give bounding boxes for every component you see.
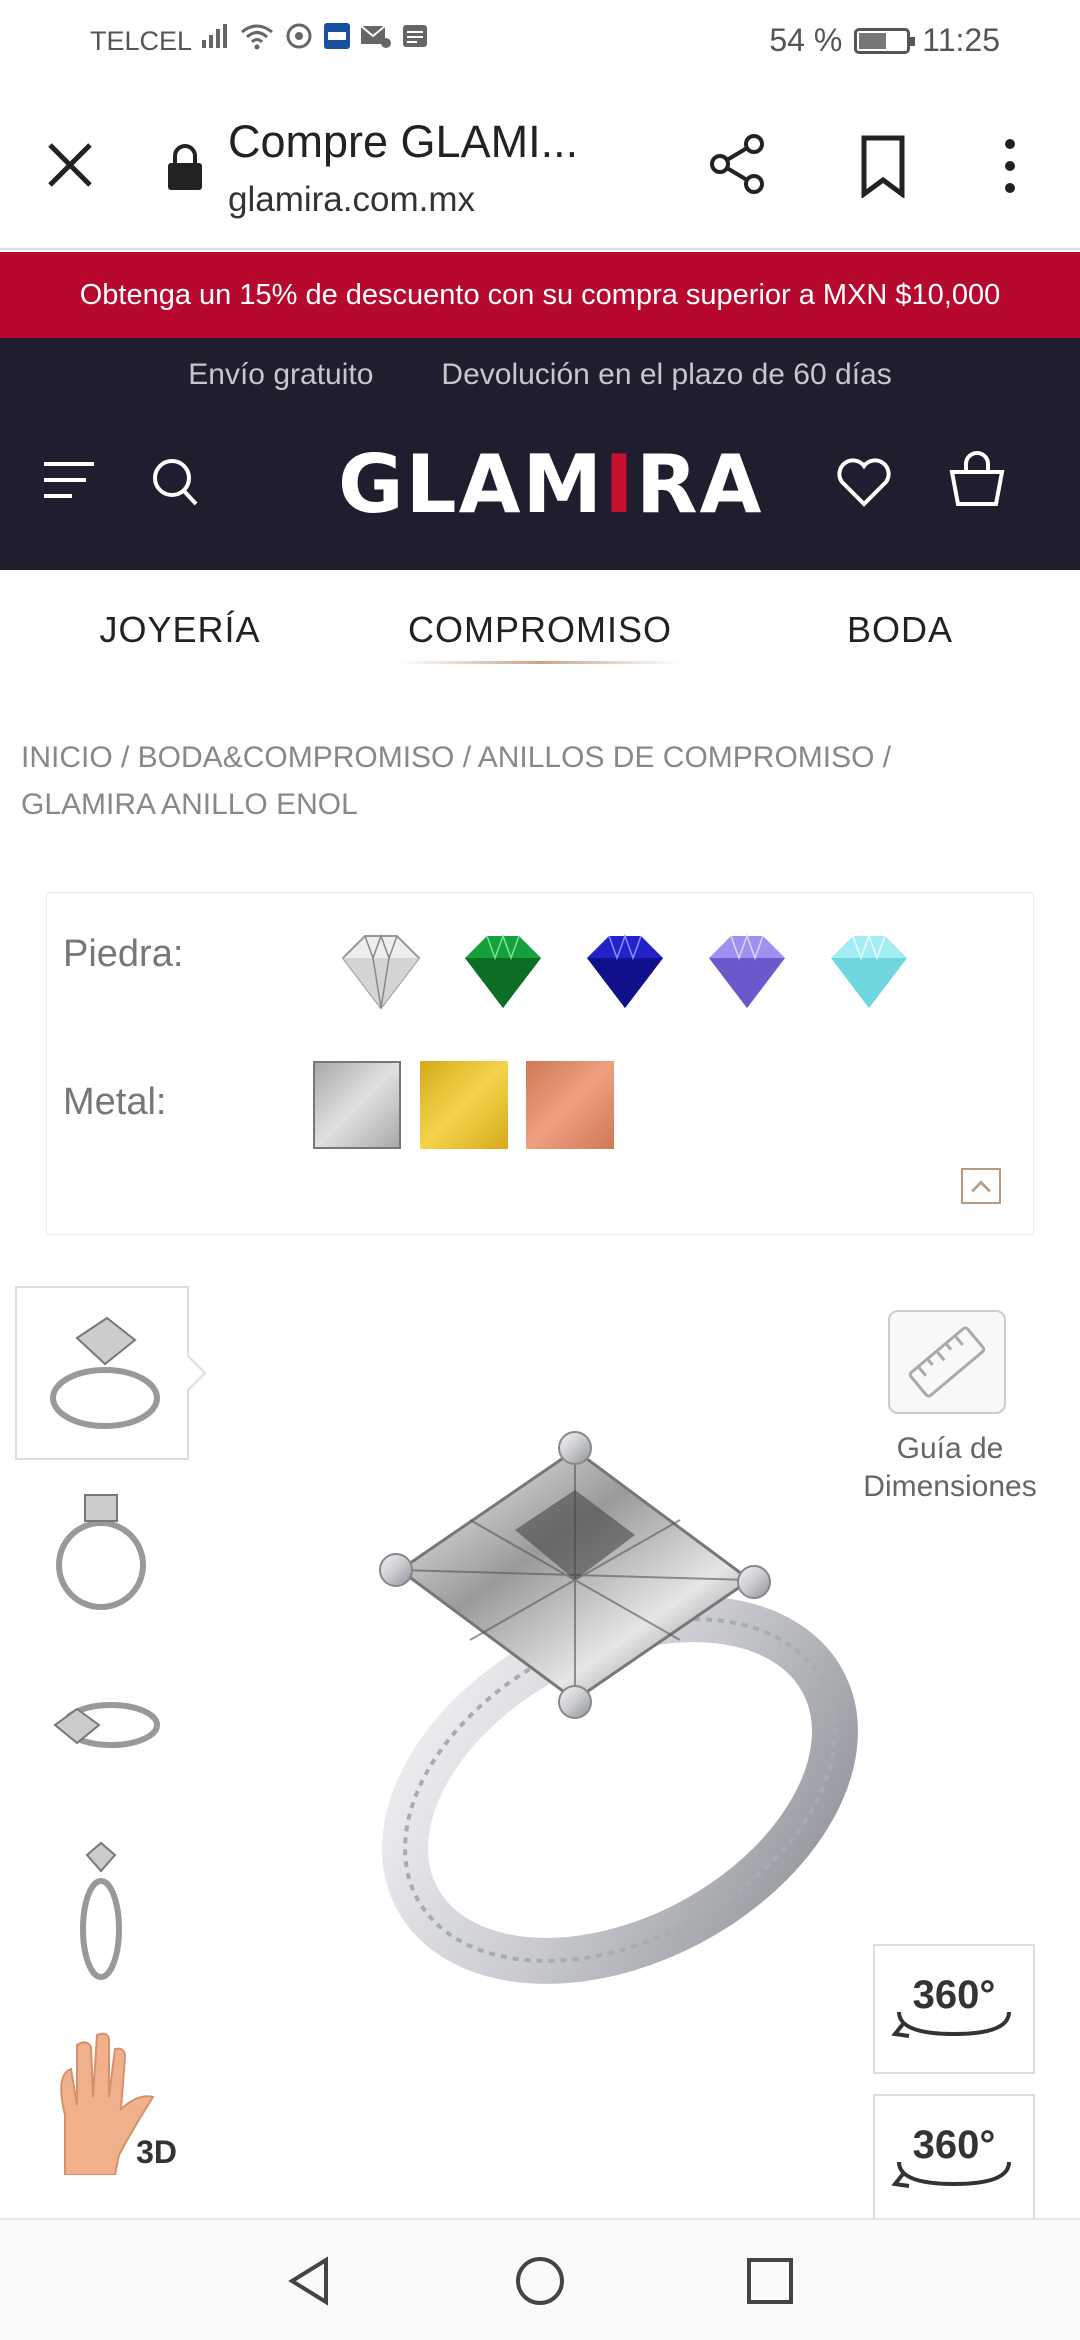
thumbnail-3[interactable] bbox=[15, 1645, 189, 1819]
tab-boda[interactable]: BODA bbox=[720, 570, 1080, 690]
product-image[interactable] bbox=[330, 1330, 890, 2130]
bookmark-icon[interactable] bbox=[858, 134, 908, 198]
more-icon[interactable] bbox=[995, 134, 1025, 198]
page-url[interactable]: glamira.com.mx bbox=[228, 180, 475, 220]
tab-joyeria[interactable]: JOYERÍA bbox=[0, 570, 360, 690]
recents-icon[interactable] bbox=[743, 2254, 797, 2308]
breadcrumb: INICIO / BODA&COMPROMISO / ANILLOS DE CO… bbox=[21, 734, 1021, 828]
site-header: Envío gratuito Devolución en el plazo de… bbox=[0, 338, 1080, 570]
thumbnail-1[interactable] bbox=[15, 1286, 189, 1460]
battery-icon bbox=[854, 27, 916, 54]
clock: 11:25 bbox=[922, 22, 1000, 58]
metal-label: Metal: bbox=[63, 1081, 167, 1123]
badge-3d: 3D bbox=[136, 2134, 177, 2170]
ruler-icon bbox=[908, 1326, 986, 1398]
message-icon bbox=[403, 25, 427, 47]
view-360-button[interactable]: 360° bbox=[873, 1944, 1035, 2074]
search-icon[interactable] bbox=[150, 456, 200, 508]
ring-thumb-icon bbox=[56, 1494, 146, 1610]
system-nav-bar bbox=[0, 2218, 1080, 2340]
breadcrumb-path[interactable]: INICIO / BODA&COMPROMISO / ANILLOS DE CO… bbox=[21, 734, 1021, 781]
cart-icon[interactable] bbox=[946, 450, 1008, 508]
carrier-label: TELCEL bbox=[90, 26, 193, 56]
size-guide-label[interactable]: Guía de Dimensiones bbox=[840, 1430, 1060, 1506]
status-bar: TELCEL 54 % 11:25 bbox=[0, 0, 1080, 80]
wifi-icon bbox=[241, 24, 273, 50]
category-tabs: JOYERÍA COMPROMISO BODA bbox=[0, 570, 1080, 690]
collapse-options-icon[interactable] bbox=[961, 1168, 1001, 1204]
hotspot-icon bbox=[286, 23, 312, 49]
site-logo[interactable]: GLAMIRA bbox=[338, 438, 763, 531]
app-icon bbox=[324, 23, 350, 49]
product-options: Piedra: Metal: bbox=[46, 892, 1034, 1235]
thumbnail-3d-hand[interactable]: 3D bbox=[15, 2005, 189, 2179]
status-icons bbox=[200, 22, 428, 50]
menu-icon[interactable] bbox=[42, 458, 96, 502]
tab-compromiso[interactable]: COMPROMISO bbox=[360, 570, 720, 690]
battery-percent: 54 % bbox=[769, 22, 843, 58]
stone-sapphire[interactable] bbox=[579, 928, 671, 1018]
ring-thumb-icon bbox=[80, 1841, 122, 1980]
free-shipping-text: Envío gratuito bbox=[188, 358, 374, 391]
promo-banner[interactable]: Obtenga un 15% de descuento con su compr… bbox=[0, 252, 1080, 338]
signal-icon bbox=[202, 24, 227, 48]
view-360-button-2[interactable]: 360° bbox=[873, 2094, 1035, 2224]
shipping-info: Envío gratuito Devolución en el plazo de… bbox=[0, 358, 1080, 392]
stone-emerald[interactable] bbox=[457, 928, 549, 1018]
metal-white-gold[interactable] bbox=[313, 1061, 401, 1149]
thumbnail-4[interactable] bbox=[15, 1825, 189, 1999]
breadcrumb-current: GLAMIRA ANILLO ENOL bbox=[21, 788, 358, 821]
close-icon[interactable] bbox=[40, 135, 100, 195]
metal-yellow-gold[interactable] bbox=[420, 1061, 508, 1149]
size-guide-button[interactable] bbox=[888, 1310, 1006, 1414]
stone-amethyst[interactable] bbox=[701, 928, 793, 1018]
ring-thumb-icon bbox=[50, 1316, 160, 1429]
lock-icon[interactable] bbox=[165, 143, 205, 191]
page-title[interactable]: Compre GLAMI... bbox=[228, 116, 578, 168]
returns-text: Devolución en el plazo de 60 días bbox=[441, 358, 892, 391]
ring-thumb-icon bbox=[53, 1702, 160, 1748]
home-icon[interactable] bbox=[513, 2254, 567, 2308]
stone-aquamarine[interactable] bbox=[823, 928, 915, 1018]
thumbnail-2[interactable] bbox=[15, 1465, 189, 1639]
status-right: 54 % 11:25 bbox=[769, 22, 1000, 59]
stone-label: Piedra: bbox=[63, 933, 184, 975]
mail-icon bbox=[360, 25, 391, 48]
wishlist-icon[interactable] bbox=[836, 458, 892, 508]
browser-toolbar: Compre GLAMI... glamira.com.mx bbox=[0, 80, 1080, 250]
metal-rose-gold[interactable] bbox=[526, 1061, 614, 1149]
share-icon[interactable] bbox=[706, 132, 770, 196]
stone-diamond[interactable] bbox=[335, 928, 427, 1018]
back-icon[interactable] bbox=[282, 2254, 336, 2308]
